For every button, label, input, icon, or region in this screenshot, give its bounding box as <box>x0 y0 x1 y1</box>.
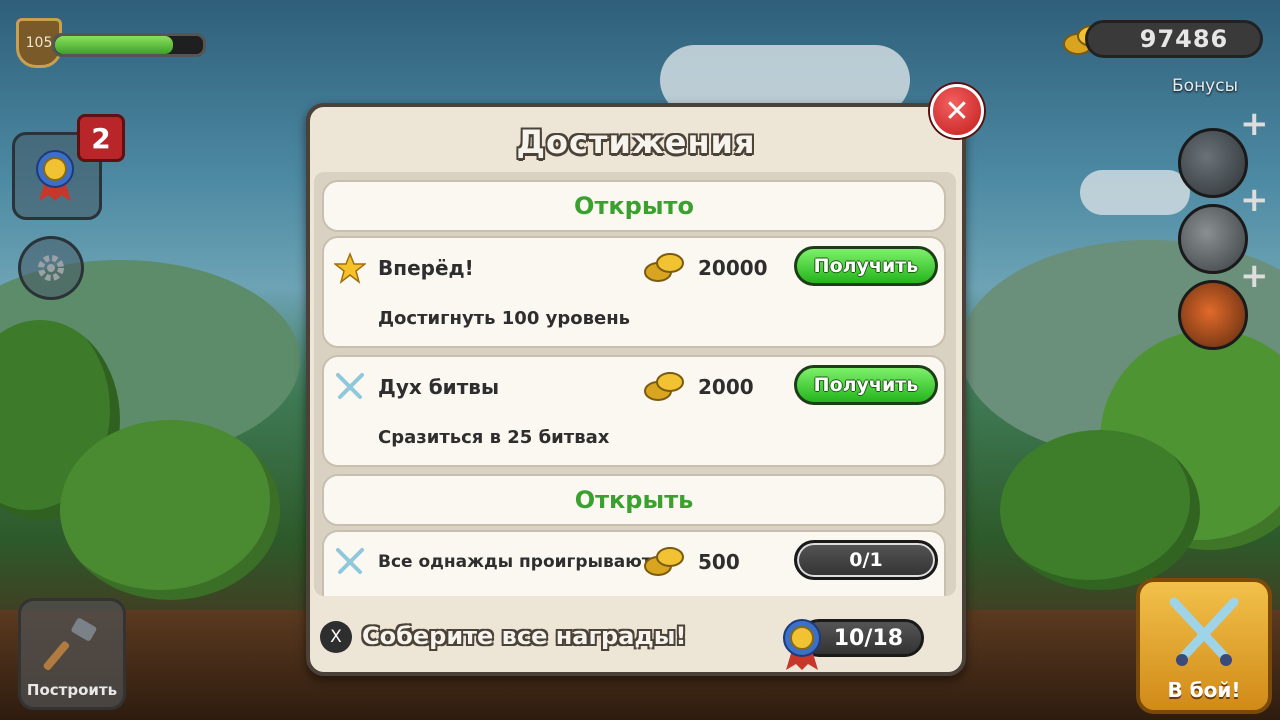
coin-stack-icon <box>644 547 684 576</box>
crossed-swords-icon <box>336 548 364 574</box>
hammer-icon <box>43 618 97 671</box>
achievement-reward: 20000 <box>698 256 768 280</box>
medal-icon <box>783 619 821 670</box>
build-button[interactable]: Построить <box>18 598 126 710</box>
achievement-card: Все однажды проигрывают 500 0/1 <box>322 530 946 596</box>
fight-button[interactable]: В бой! <box>1136 578 1272 714</box>
achievement-name: Все однажды проигрывают <box>378 552 652 572</box>
coin-stack-icon <box>644 372 684 401</box>
bonus-cannon-icon[interactable] <box>1178 204 1248 274</box>
add-bonus-icon[interactable]: + <box>1240 180 1269 220</box>
xp-progress-bar <box>52 33 206 57</box>
gear-icon <box>38 255 64 281</box>
close-icon: ✕ <box>944 93 970 129</box>
achievement-reward: 500 <box>698 550 740 574</box>
crossed-swords-icon <box>336 373 364 399</box>
achievement-description: Достигнуть 100 уровень <box>378 308 631 329</box>
achievement-reward: 2000 <box>698 375 754 399</box>
section-header-opened: Открыто <box>322 180 946 232</box>
achievements-count-badge: 2 <box>77 114 125 162</box>
achievement-description: Сразиться в 25 битвах <box>378 427 610 448</box>
bonus-fireball-icon[interactable] <box>1178 280 1248 350</box>
settings-button[interactable] <box>18 236 84 300</box>
collect-all-rewards-text: Соберите все награды! <box>362 622 687 650</box>
x-button-hint-icon: X <box>320 621 352 653</box>
bonus-rock-icon[interactable] <box>1178 128 1248 198</box>
achievement-name: Вперёд! <box>378 256 474 280</box>
achievement-progress: 0/1 <box>794 540 938 580</box>
section-header-to-open: Открыть <box>322 474 946 526</box>
dialog-title: Достижения <box>516 123 756 161</box>
build-button-label: Построить <box>26 681 118 699</box>
achievements-total-progress-value: 10/18 <box>833 625 903 651</box>
achievement-name: Дух битвы <box>378 375 500 399</box>
coin-amount: 97486 <box>1139 25 1229 53</box>
coin-balance: 97486 <box>1085 20 1263 58</box>
claim-reward-button[interactable]: Получить <box>794 246 938 286</box>
crossed-swords-icon <box>1169 597 1239 666</box>
bonuses-label: Бонусы <box>1172 76 1239 96</box>
add-bonus-icon[interactable]: + <box>1240 104 1269 144</box>
xp-progress-fill <box>55 36 174 54</box>
star-icon <box>334 252 366 284</box>
achievement-card: Дух битвы 2000 Получить Сразиться в 25 б… <box>322 355 946 467</box>
player-level: 105 <box>25 35 53 51</box>
close-button[interactable]: ✕ <box>930 84 984 138</box>
coin-stack-icon <box>644 253 684 282</box>
add-bonus-icon[interactable]: + <box>1240 256 1269 296</box>
claim-reward-button[interactable]: Получить <box>794 365 938 405</box>
fight-button-label: В бой! <box>1167 678 1241 702</box>
medal-icon <box>36 150 74 201</box>
achievement-card: Вперёд! 20000 Получить Достигнуть 100 ур… <box>322 236 946 348</box>
